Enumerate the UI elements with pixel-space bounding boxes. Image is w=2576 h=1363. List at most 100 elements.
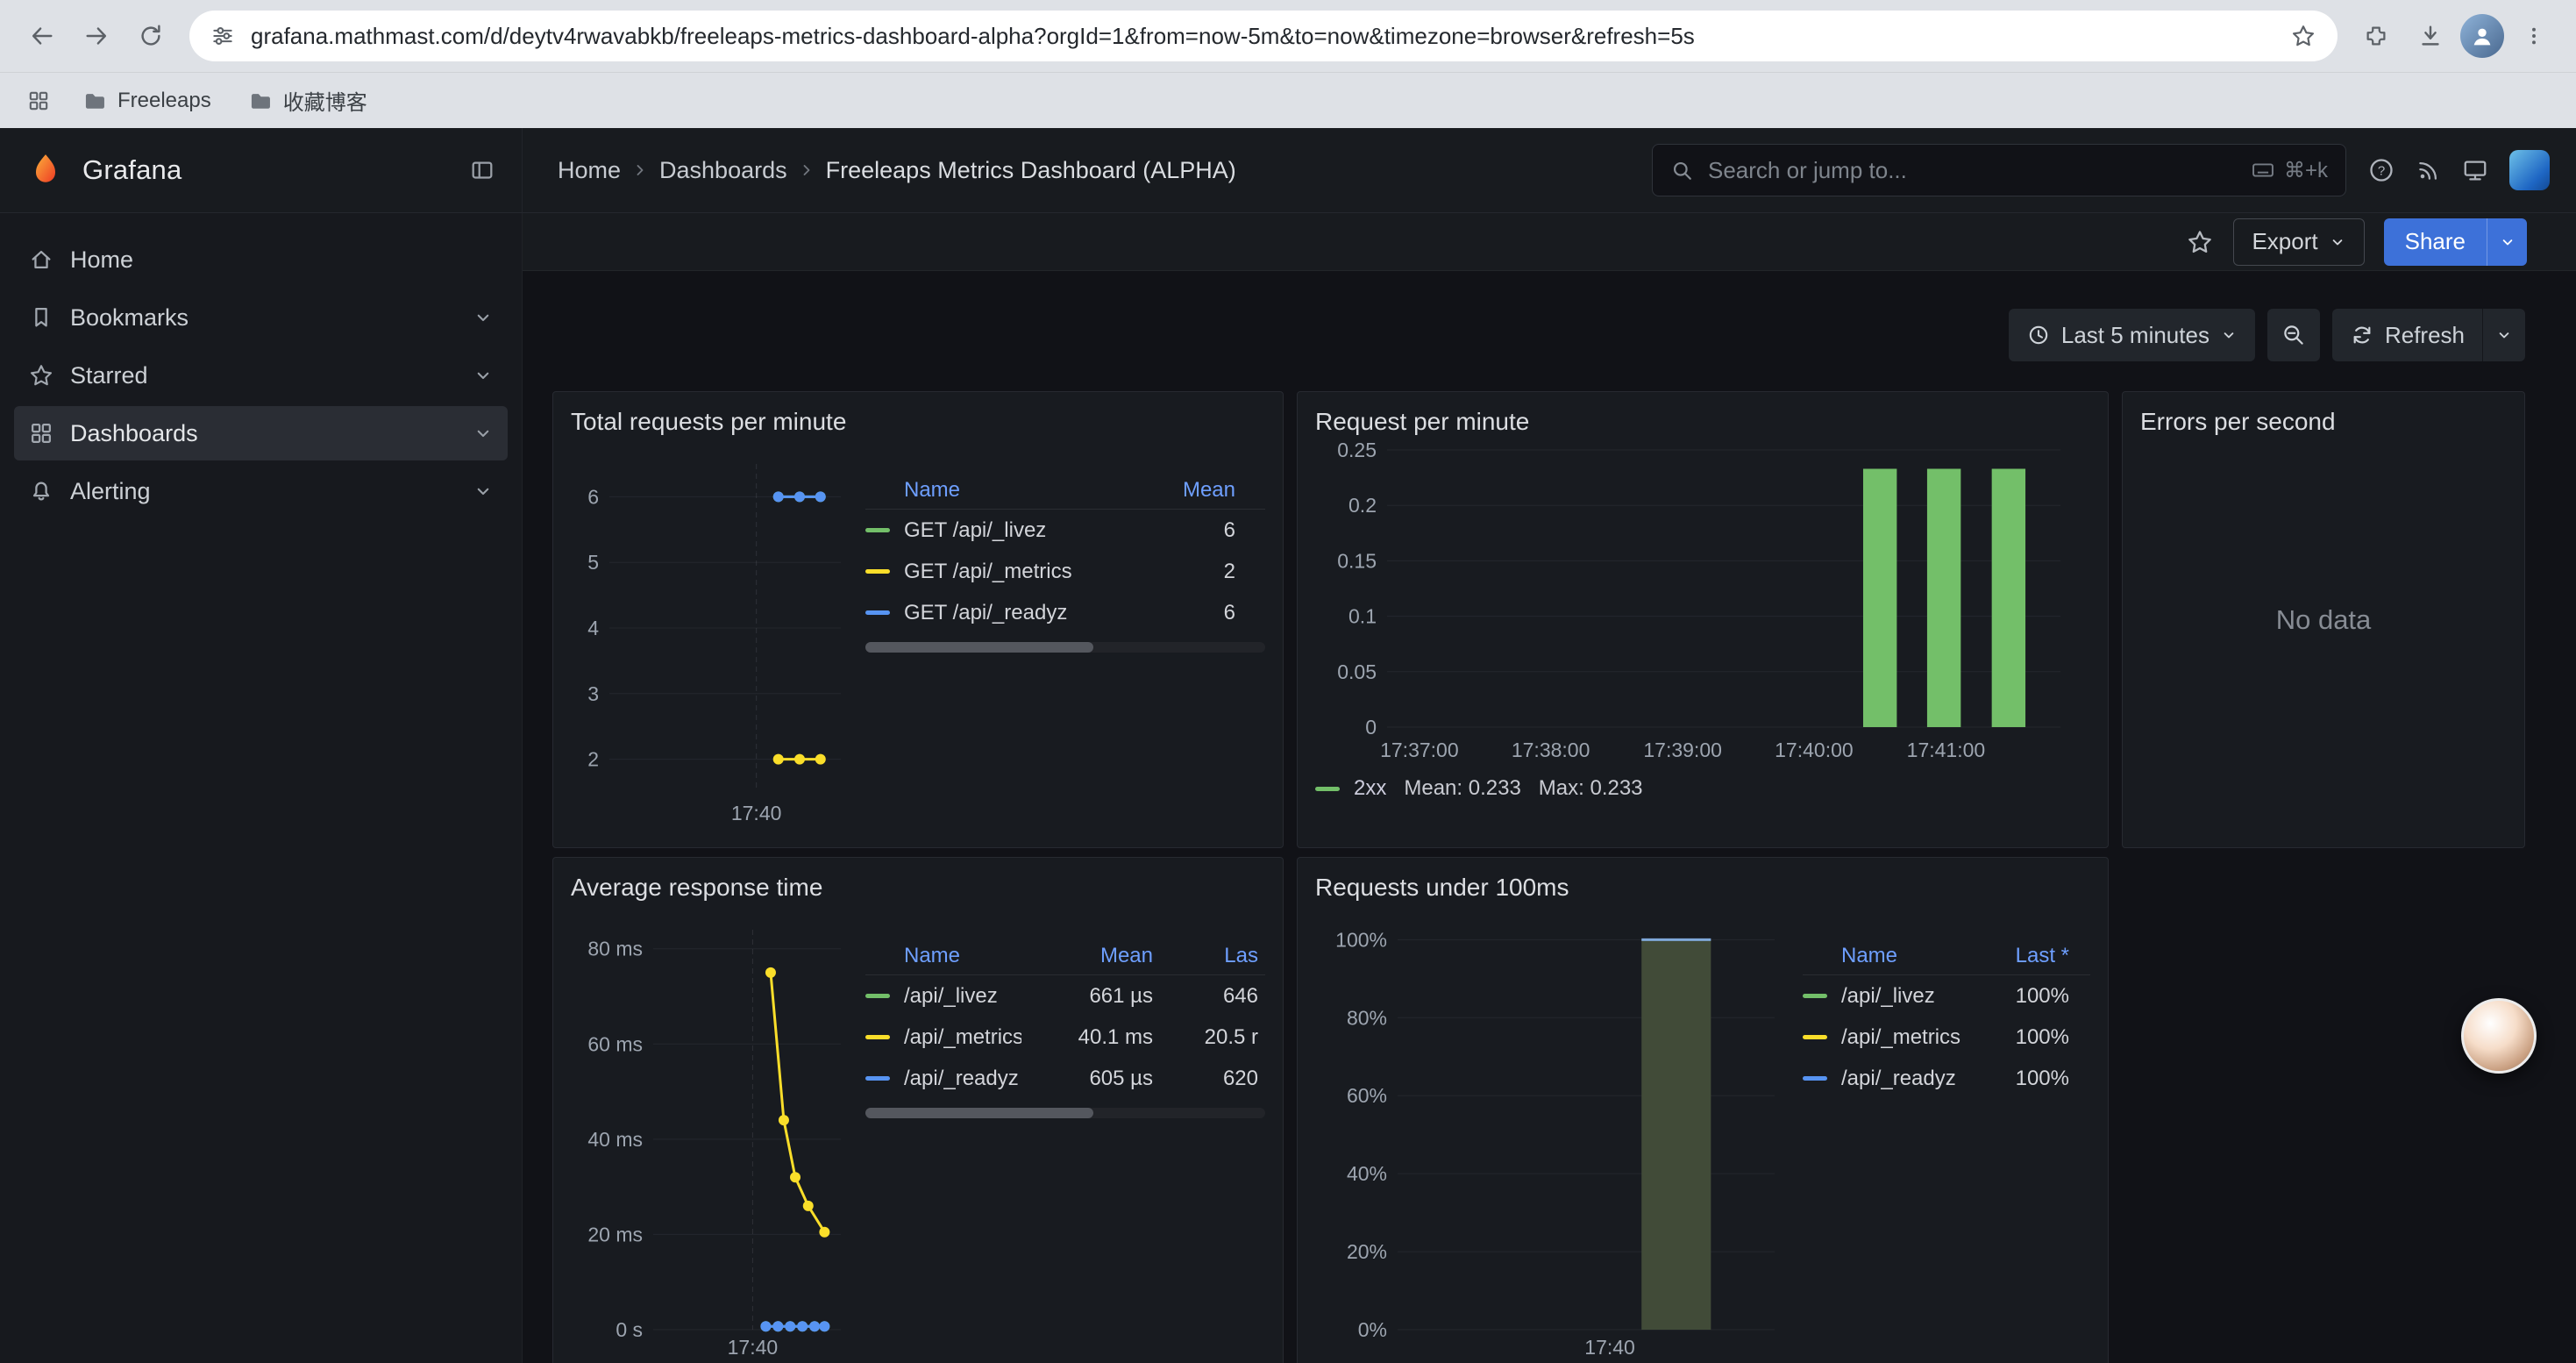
search-icon xyxy=(1670,159,1694,182)
legend-scrollbar[interactable] xyxy=(865,1108,1265,1118)
panel-title[interactable]: Total requests per minute xyxy=(571,406,1265,438)
profile-avatar[interactable] xyxy=(2509,150,2550,190)
bookmark-folder-freeleaps[interactable]: Freeleaps xyxy=(70,82,224,120)
panel-average-response-time: Average response time 80 ms60 ms40 ms20 … xyxy=(552,857,1284,1363)
site-settings-icon[interactable] xyxy=(210,24,235,48)
favorite-star-icon[interactable] xyxy=(2186,228,2214,256)
series-name[interactable]: /api/_livez xyxy=(1841,984,1982,1009)
chevron-down-icon xyxy=(2220,326,2238,344)
share-button[interactable]: Share xyxy=(2384,218,2527,266)
svg-text:40%: 40% xyxy=(1347,1162,1387,1185)
legend-header-name[interactable]: Name xyxy=(904,944,1021,968)
url-text: grafana.mathmast.com/d/deytv4rwavabkb/fr… xyxy=(251,23,2274,50)
series-name[interactable]: /api/_metrics xyxy=(904,1025,1021,1050)
share-label[interactable]: Share xyxy=(2384,218,2487,266)
refresh-interval-dropdown[interactable] xyxy=(2482,309,2525,361)
legend-row[interactable]: /api/_metrics 40.1 ms 20.5 r xyxy=(865,1017,1265,1058)
browser-profile-avatar[interactable] xyxy=(2460,14,2504,58)
extensions-icon[interactable] xyxy=(2352,11,2401,61)
panel-title[interactable]: Errors per second xyxy=(2140,406,2507,438)
chart-average-response-time[interactable]: 80 ms60 ms40 ms20 ms0 s17:40 xyxy=(571,916,851,1361)
series-mean: 6 xyxy=(1224,601,1235,625)
legend-row[interactable]: /api/_readyz 100% xyxy=(1803,1058,2090,1099)
chevron-down-icon[interactable] xyxy=(473,481,494,502)
series-name[interactable]: GET /api/_metrics xyxy=(904,560,1224,584)
legend-scrollbar[interactable] xyxy=(865,642,1265,653)
sidebar-item-label: Home xyxy=(70,246,133,274)
bookmark-folder-blogs[interactable]: 收藏博客 xyxy=(236,78,380,123)
legend-header-name[interactable]: Name xyxy=(1841,944,1982,968)
kiosk-monitor-icon[interactable] xyxy=(2462,157,2488,183)
back-button[interactable] xyxy=(18,11,67,61)
refresh-button[interactable]: Refresh xyxy=(2332,309,2482,361)
legend-header-last[interactable]: Last * xyxy=(1982,944,2069,968)
person-icon xyxy=(2469,23,2495,49)
series-name[interactable]: 2xx xyxy=(1354,776,1386,801)
series-name[interactable]: /api/_metrics xyxy=(1841,1025,1982,1050)
chevron-down-icon[interactable] xyxy=(473,307,494,328)
swatch-spacer xyxy=(1803,953,1827,958)
assistant-avatar[interactable] xyxy=(2461,998,2537,1074)
panel-title[interactable]: Request per minute xyxy=(1315,406,2090,438)
legend-header-mean[interactable]: Mean xyxy=(1183,478,1235,503)
series-name[interactable]: GET /api/_livez xyxy=(904,518,1224,543)
legend-header-mean[interactable]: Mean xyxy=(1021,944,1153,968)
series-swatch xyxy=(865,1076,890,1081)
grafana-logo[interactable] xyxy=(26,151,65,189)
refresh-icon xyxy=(2350,323,2374,347)
no-data-message: No data xyxy=(2276,604,2372,636)
sidebar-item-alerting[interactable]: Alerting xyxy=(14,464,508,518)
browser-menu-icon[interactable] xyxy=(2509,11,2558,61)
legend-row[interactable]: /api/_readyz 605 µs 620 xyxy=(865,1058,1265,1099)
downloads-icon[interactable] xyxy=(2406,11,2455,61)
scrollbar-thumb[interactable] xyxy=(865,642,1093,653)
zoom-out-icon[interactable] xyxy=(2267,309,2320,361)
forward-button[interactable] xyxy=(72,11,121,61)
scrollbar-thumb[interactable] xyxy=(865,1108,1093,1118)
search-input[interactable]: Search or jump to... ⌘+k xyxy=(1652,144,2346,196)
back-arrow-icon xyxy=(29,23,55,49)
export-button[interactable]: Export xyxy=(2233,218,2364,266)
bookmark-star-icon[interactable] xyxy=(2290,23,2316,49)
legend-row[interactable]: GET /api/_livez 6 xyxy=(865,510,1265,551)
legend-row[interactable]: /api/_livez 100% xyxy=(1803,975,2090,1017)
url-bar[interactable]: grafana.mathmast.com/d/deytv4rwavabkb/fr… xyxy=(189,11,2338,61)
chart-request-per-minute[interactable]: 0.250.20.150.10.05017:37:0017:38:0017:39… xyxy=(1315,438,2090,764)
sidebar-item-home[interactable]: Home xyxy=(14,232,508,287)
legend-header-name[interactable]: Name xyxy=(904,478,1183,503)
breadcrumb-home[interactable]: Home xyxy=(558,157,621,184)
series-name[interactable]: /api/_readyz xyxy=(904,1067,1021,1091)
svg-text:17:40:00: 17:40:00 xyxy=(1775,739,1854,761)
panel-title[interactable]: Requests under 100ms xyxy=(1315,872,2090,903)
chart-requests-under-100ms[interactable]: 100%80%60%40%20%0%17:40 xyxy=(1315,916,1789,1361)
series-swatch xyxy=(1803,1035,1827,1039)
reload-button[interactable] xyxy=(126,11,175,61)
legend-header-last[interactable]: Las xyxy=(1153,944,1258,968)
legend-row[interactable]: GET /api/_metrics 2 xyxy=(865,551,1265,592)
series-last: 100% xyxy=(1982,1067,2069,1091)
chart-total-requests[interactable]: 6543217:40 xyxy=(571,450,851,827)
svg-text:20%: 20% xyxy=(1347,1240,1387,1263)
legend-row[interactable]: /api/_metrics 100% xyxy=(1803,1017,2090,1058)
legend-table: Name Last * /api/_livez 100% /api/_metri… xyxy=(1803,916,2090,1361)
time-range-picker[interactable]: Last 5 minutes xyxy=(2009,309,2255,361)
chevron-down-icon[interactable] xyxy=(473,423,494,444)
series-name[interactable]: /api/_readyz xyxy=(1841,1067,1982,1091)
help-icon[interactable]: ? xyxy=(2367,156,2395,184)
breadcrumb-dashboards[interactable]: Dashboards xyxy=(659,157,787,184)
apps-grid-icon[interactable] xyxy=(19,82,58,120)
legend-row[interactable]: GET /api/_readyz 6 xyxy=(865,592,1265,633)
series-name[interactable]: GET /api/_readyz xyxy=(904,601,1224,625)
share-dropdown-icon[interactable] xyxy=(2487,218,2527,266)
panel-title[interactable]: Average response time xyxy=(571,872,1265,903)
series-swatch xyxy=(1315,787,1340,791)
sidebar-item-bookmarks[interactable]: Bookmarks xyxy=(14,290,508,345)
series-name[interactable]: /api/_livez xyxy=(904,984,1021,1009)
legend-row[interactable]: /api/_livez 661 µs 646 xyxy=(865,975,1265,1017)
dock-sidebar-icon[interactable] xyxy=(469,157,495,183)
time-range-label: Last 5 minutes xyxy=(2061,322,2210,349)
news-rss-icon[interactable] xyxy=(2416,158,2441,182)
sidebar-item-starred[interactable]: Starred xyxy=(14,348,508,403)
sidebar-item-dashboards[interactable]: Dashboards xyxy=(14,406,508,460)
chevron-down-icon[interactable] xyxy=(473,365,494,386)
